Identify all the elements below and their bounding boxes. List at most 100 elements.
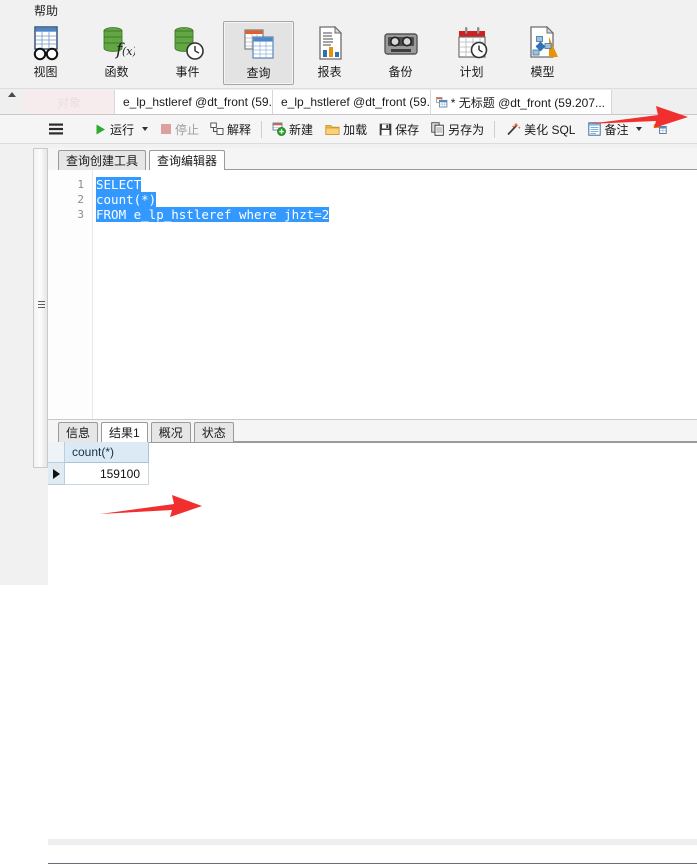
connection-tab-2[interactable]: e_lp_hstleref @dt_front (59... bbox=[272, 90, 430, 114]
stop-icon bbox=[161, 124, 172, 134]
query-editor-pane: 查询创建工具 查询编辑器 1 2 3 SELECT count(*) FROM … bbox=[48, 148, 697, 864]
overflow-button[interactable] bbox=[649, 117, 671, 141]
results-tabs-filler bbox=[233, 421, 697, 442]
schedule-icon bbox=[454, 24, 490, 64]
ribbon-item-schedule[interactable]: 计划 bbox=[436, 21, 507, 85]
editor-subtabs: 查询创建工具 查询编辑器 bbox=[48, 148, 697, 171]
code-line: SELECT bbox=[96, 177, 697, 192]
grid-corner-cell[interactable] bbox=[48, 442, 65, 463]
event-icon bbox=[170, 24, 206, 64]
line-number: 3 bbox=[77, 208, 84, 221]
explain-icon bbox=[210, 122, 224, 135]
ribbon-item-model[interactable]: 模型 bbox=[507, 21, 578, 85]
line-number: 1 bbox=[77, 178, 84, 191]
tab-result-1-label: 结果1 bbox=[109, 426, 140, 440]
run-dropdown-caret-icon[interactable] bbox=[142, 127, 149, 131]
save-as-icon bbox=[431, 122, 444, 136]
sql-code-area[interactable]: 1 2 3 SELECT count(*) FROM e_lp_hstleref… bbox=[48, 170, 697, 420]
object-pane-tab[interactable]: 对象 bbox=[24, 90, 114, 114]
code-line-text: SELECT bbox=[96, 177, 142, 192]
toolbar-menu-button[interactable] bbox=[48, 117, 72, 141]
explain-button-label: 解释 bbox=[227, 122, 252, 137]
line-number-gutter: 1 2 3 bbox=[48, 170, 92, 419]
code-line: FROM e_lp_hstleref where jhzt=2 bbox=[96, 207, 697, 222]
table-row[interactable]: 159100 bbox=[48, 463, 697, 485]
subtabs-filler bbox=[225, 149, 697, 170]
ribbon-item-event[interactable]: 事件 bbox=[152, 21, 223, 85]
load-button-label: 加载 bbox=[343, 122, 368, 137]
save-as-button-label: 另存为 bbox=[448, 122, 485, 137]
tab-query-builder[interactable]: 查询创建工具 bbox=[58, 150, 147, 170]
query-icon bbox=[241, 25, 277, 65]
results-pane: 信息 结果1 概况 状态 count(*) 159100 bbox=[48, 420, 697, 864]
ribbon-label-backup: 备份 bbox=[388, 65, 413, 79]
note-icon bbox=[588, 122, 602, 136]
ribbon-label-function: 函数 bbox=[104, 65, 129, 79]
tab-result-1[interactable]: 结果1 bbox=[101, 422, 148, 443]
report-icon bbox=[312, 24, 348, 64]
query-tab-icon bbox=[436, 97, 448, 108]
pane-splitter-handle[interactable] bbox=[33, 148, 48, 468]
toolbar-separator-2 bbox=[494, 120, 496, 138]
grid-filler-strip bbox=[48, 839, 697, 845]
ribbon-item-report[interactable]: 报表 bbox=[294, 21, 365, 85]
ribbon-item-function[interactable]: f (x) 函数 bbox=[81, 21, 152, 85]
save-as-button[interactable]: 另存为 bbox=[427, 117, 488, 141]
ribbon-label-schedule: 计划 bbox=[459, 65, 484, 79]
ribbon-label-report: 报表 bbox=[317, 65, 342, 79]
cell-count-value[interactable]: 159100 bbox=[65, 463, 149, 485]
tab-profile[interactable]: 概况 bbox=[150, 422, 191, 442]
tab-query-editor[interactable]: 查询编辑器 bbox=[149, 150, 226, 171]
save-button[interactable]: 保存 bbox=[375, 117, 423, 141]
beautify-sql-button-label: 美化 SQL bbox=[524, 122, 576, 137]
ribbon-label-model: 模型 bbox=[530, 65, 555, 79]
note-button-label: 备注 bbox=[604, 122, 629, 137]
stop-button[interactable]: 停止 bbox=[156, 117, 203, 141]
results-tabs: 信息 结果1 概况 状态 bbox=[48, 420, 697, 443]
collapse-pane-button[interactable] bbox=[0, 89, 24, 114]
model-icon bbox=[525, 24, 561, 64]
connection-tab-2-title: e_lp_hstleref @dt_front (59... bbox=[281, 95, 430, 109]
editor-toolbar: 运行 停止 解释 新建 加载 保存 另存为 美化 SQL 备注 bbox=[0, 115, 697, 144]
backup-icon bbox=[382, 24, 420, 64]
ribbon-item-query[interactable]: 查询 bbox=[223, 21, 294, 85]
sql-text-content[interactable]: SELECT count(*) FROM e_lp_hstleref where… bbox=[93, 170, 697, 419]
note-button[interactable]: 备注 bbox=[584, 117, 646, 141]
connection-tab-3[interactable]: * 无标题 @dt_front (59.207... bbox=[430, 90, 612, 114]
code-line: count(*) bbox=[96, 192, 697, 207]
connection-tab-strip: 对象 e_lp_hstleref @dt_front (59... e_lp_h… bbox=[0, 89, 697, 115]
connection-tab-1[interactable]: e_lp_hstleref @dt_front (59... bbox=[114, 90, 272, 114]
note-dropdown-caret-icon[interactable] bbox=[636, 127, 643, 131]
more-tools-icon bbox=[654, 124, 668, 134]
tab-profile-label: 概况 bbox=[158, 426, 183, 440]
tab-status-label: 状态 bbox=[201, 426, 226, 440]
svg-text:(x): (x) bbox=[122, 45, 135, 58]
beautify-sql-button[interactable]: 美化 SQL bbox=[501, 117, 579, 141]
result-grid-header: count(*) bbox=[48, 442, 697, 463]
ribbon-toolbar: 视图 f (x) 函数 bbox=[0, 20, 697, 89]
ribbon-label-event: 事件 bbox=[175, 65, 200, 79]
tab-messages[interactable]: 信息 bbox=[58, 422, 99, 442]
load-icon bbox=[325, 124, 340, 135]
new-button[interactable]: 新建 bbox=[268, 117, 317, 141]
tab-query-builder-label: 查询创建工具 bbox=[66, 154, 139, 168]
run-button[interactable]: 运行 bbox=[90, 117, 152, 141]
run-button-label: 运行 bbox=[110, 122, 135, 137]
explain-button[interactable]: 解释 bbox=[206, 117, 255, 141]
ribbon-item-view[interactable]: 视图 bbox=[10, 21, 81, 85]
function-icon: f (x) bbox=[99, 24, 135, 64]
load-button[interactable]: 加载 bbox=[321, 117, 371, 141]
toolbar-separator-1 bbox=[261, 120, 263, 138]
current-row-arrow-icon bbox=[52, 468, 60, 479]
save-icon bbox=[379, 123, 392, 135]
row-indicator[interactable] bbox=[48, 463, 65, 485]
tab-status[interactable]: 状态 bbox=[193, 422, 234, 442]
ribbon-item-backup[interactable]: 备份 bbox=[365, 21, 436, 85]
beautify-icon bbox=[507, 122, 521, 135]
code-line-text: FROM e_lp_hstleref where jhzt=2 bbox=[96, 207, 330, 222]
menu-item-help[interactable]: 帮助 bbox=[30, 1, 62, 20]
tab-query-editor-label: 查询编辑器 bbox=[157, 154, 218, 168]
splitter-grip-icon bbox=[38, 301, 45, 310]
result-grid[interactable]: count(*) 159100 bbox=[48, 442, 697, 486]
column-header-count[interactable]: count(*) bbox=[65, 442, 149, 463]
